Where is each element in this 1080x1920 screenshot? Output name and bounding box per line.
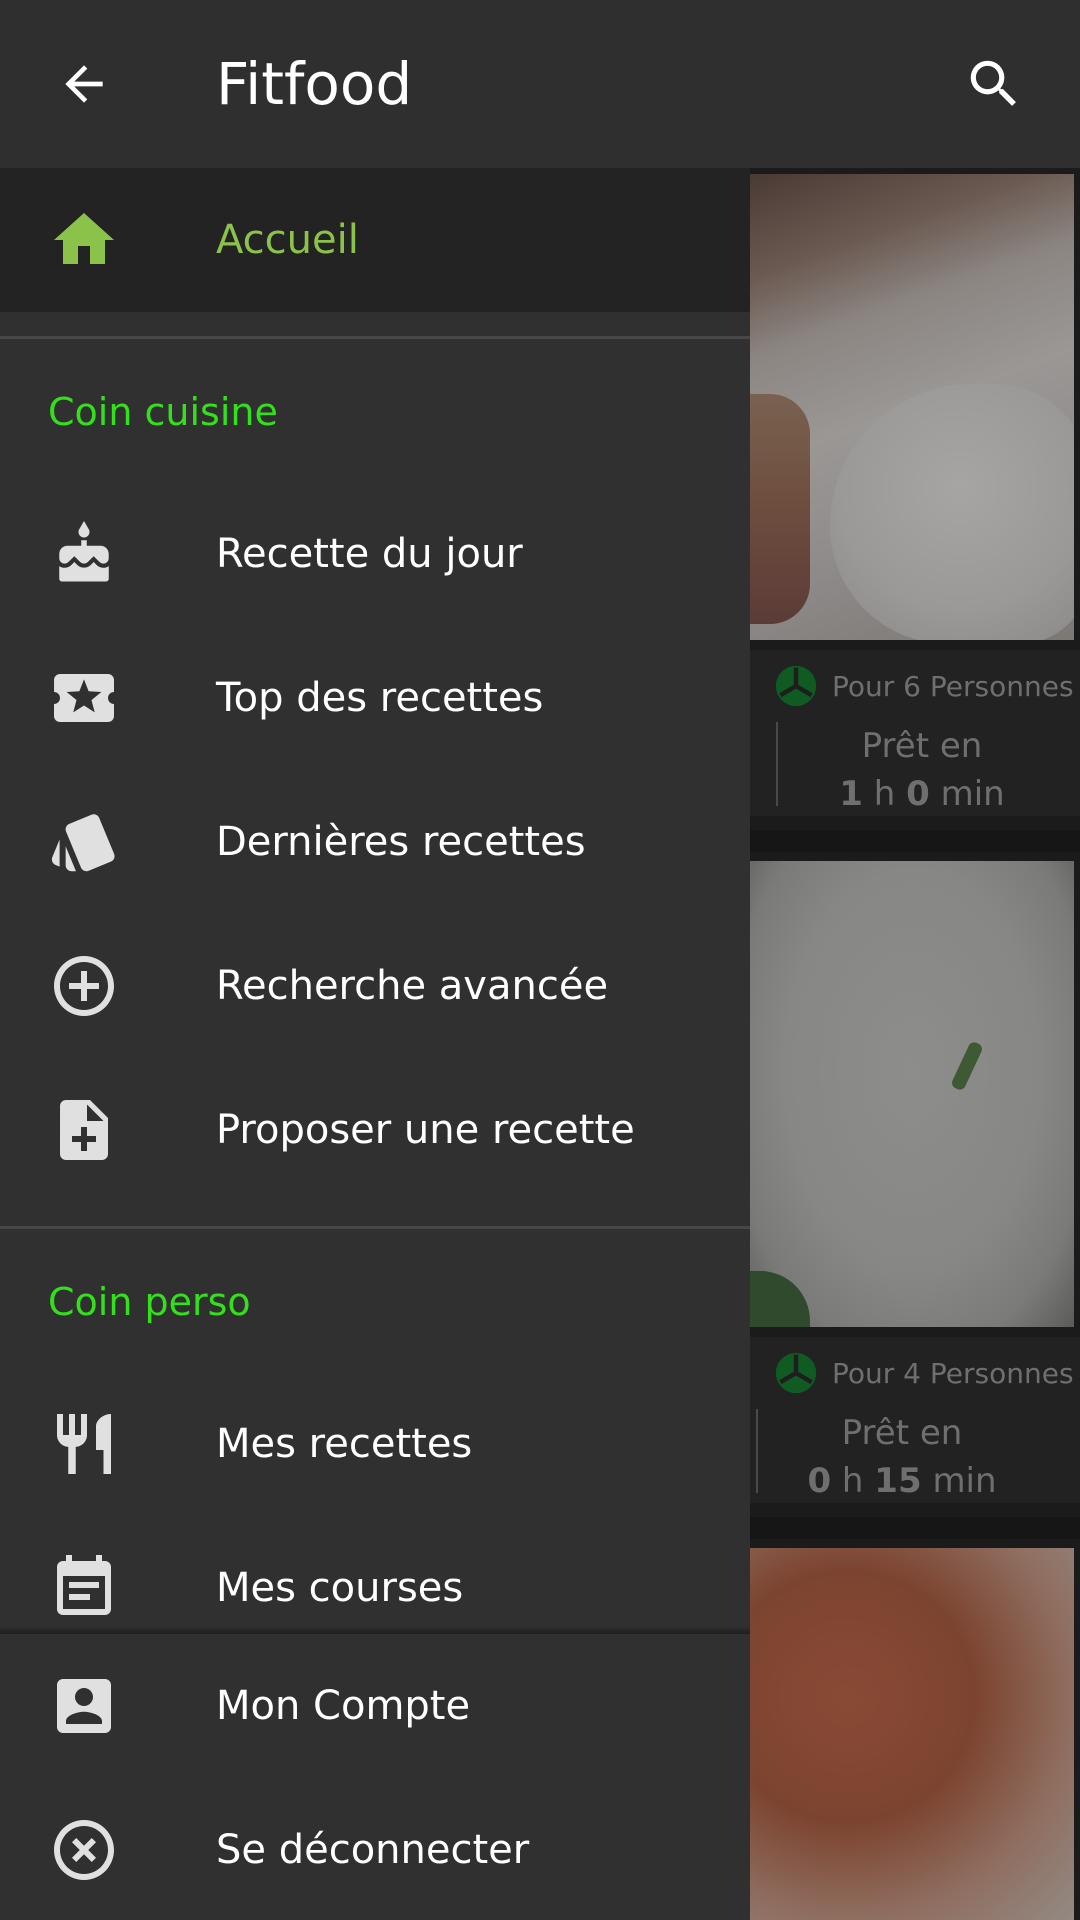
account-box-icon (57, 1679, 111, 1733)
drawer-item-recherche-avancee[interactable]: Recherche avancée (0, 914, 750, 1058)
drawer-footer: Mon Compte Se déconnecter (0, 1634, 750, 1920)
recipe-image[interactable] (750, 1548, 1074, 1920)
card-separator (750, 830, 1080, 852)
cake-icon (59, 521, 109, 582)
drawer-item-label: Mon Compte (216, 1683, 471, 1729)
drawer-divider (0, 1226, 750, 1229)
calendar-note-icon (57, 1555, 111, 1615)
drawer-item-label: Recherche avancée (216, 963, 609, 1009)
search-icon (970, 60, 1016, 106)
fig-slice (750, 394, 810, 624)
fork-knife-icon (57, 1414, 111, 1474)
ready-time: Prêt en 1 h 0 min (776, 722, 1066, 814)
drawer-item-se-deconnecter[interactable]: Se déconnecter (0, 1778, 750, 1920)
servings-icon (775, 1352, 817, 1394)
section-title-cuisine: Coin cuisine (48, 390, 278, 434)
drawer-item-mes-recettes[interactable]: Mes recettes (0, 1372, 750, 1516)
section-title-perso: Coin perso (48, 1280, 251, 1324)
home-icon (54, 213, 114, 264)
drawer-item-home[interactable]: Accueil (0, 168, 750, 312)
drawer-item-label: Mes recettes (216, 1421, 473, 1467)
recipe-image[interactable] (750, 174, 1074, 640)
hours-unit: h (841, 1461, 864, 1501)
ready-minutes: 15 (874, 1461, 922, 1501)
drawer-item-label: Se déconnecter (216, 1827, 530, 1873)
app-screen: Fitfood Pour 6 Personnes Prêt en 1 h 0 m… (0, 0, 1080, 1920)
ready-label: Prêt en (841, 1413, 963, 1453)
drawer-item-label: Dernières recettes (216, 819, 586, 865)
add-circle-icon (54, 956, 114, 1016)
back-button[interactable] (40, 40, 128, 128)
minutes-unit: min (940, 774, 1005, 814)
drawer-item-label: Mes courses (216, 1565, 464, 1611)
herb-sprig (950, 1040, 984, 1092)
recipe-list: Pour 6 Personnes Prêt en 1 h 0 min Pour … (750, 168, 1080, 1920)
servings-label: Pour 4 Personnes (832, 1356, 1074, 1390)
app-title: Fitfood (216, 50, 413, 118)
note-add-icon (60, 1100, 108, 1160)
drawer-item-top-recettes[interactable]: Top des recettes (0, 626, 750, 770)
recipe-card-info[interactable]: Pour 4 Personnes Prêt en 0 h 15 min (750, 1337, 1080, 1503)
app-toolbar: Fitfood (0, 0, 1080, 168)
ready-label: Prêt en (861, 726, 983, 766)
drawer-item-recette-du-jour[interactable]: Recette du jour (0, 482, 750, 626)
cream-dollop (830, 384, 1074, 640)
servings-label: Pour 6 Personnes (832, 669, 1074, 703)
arrow-left-icon (65, 65, 103, 103)
close-circle-icon (54, 1820, 114, 1880)
navigation-drawer: Accueil Coin cuisine Recette du jour Top… (0, 168, 750, 1920)
leaf-garnish (750, 1271, 810, 1327)
minutes-unit: min (932, 1461, 997, 1501)
ready-minutes: 0 (906, 774, 930, 814)
hours-unit: h (873, 774, 896, 814)
cards-icon (51, 814, 115, 872)
ready-hours: 0 (807, 1461, 832, 1501)
drawer-item-label: Accueil (216, 217, 359, 263)
search-button[interactable] (950, 40, 1038, 128)
star-ticket-icon (54, 674, 114, 722)
drawer-item-mon-compte[interactable]: Mon Compte (0, 1634, 750, 1778)
ready-time: Prêt en 0 h 15 min (756, 1409, 1046, 1501)
drawer-divider (0, 336, 750, 339)
drawer-item-label: Recette du jour (216, 531, 523, 577)
recipe-image[interactable] (750, 861, 1074, 1327)
drawer-item-label: Proposer une recette (216, 1107, 635, 1153)
servings-icon (775, 665, 817, 707)
drawer-item-proposer-recette[interactable]: Proposer une recette (0, 1058, 750, 1202)
ready-hours: 1 (839, 774, 863, 814)
recipe-card-info[interactable]: Pour 6 Personnes Prêt en 1 h 0 min (750, 650, 1080, 816)
drawer-item-label: Top des recettes (216, 675, 544, 721)
drawer-item-dernieres-recettes[interactable]: Dernières recettes (0, 770, 750, 914)
card-separator (750, 1517, 1080, 1539)
